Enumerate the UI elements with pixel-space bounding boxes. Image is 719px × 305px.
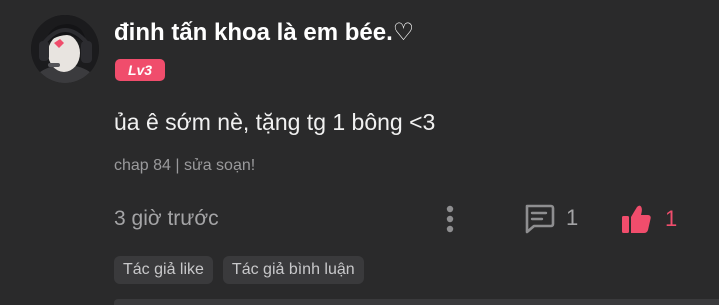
thumbs-up-icon	[622, 205, 651, 233]
more-options-button[interactable]	[436, 202, 464, 236]
comment-icon	[525, 204, 555, 234]
next-item-edge	[114, 299, 719, 305]
tag-author-liked: Tác giả like	[114, 256, 213, 284]
username[interactable]: đinh tấn khoa là em bée.♡	[114, 18, 414, 48]
avatar[interactable]	[31, 15, 99, 83]
comment-text: ủa ê sớm nè, tặng tg 1 bông <3	[114, 109, 436, 135]
timestamp: 3 giờ trước	[114, 207, 219, 230]
reply-button[interactable]: 1	[522, 201, 578, 235]
reply-count: 1	[566, 205, 579, 230]
chapter-reference[interactable]: chap 84 | sửa soạn!	[114, 156, 255, 176]
like-count: 1	[665, 206, 678, 231]
tag-author-replied: Tác giả bình luận	[222, 256, 364, 284]
vertical-dots-icon	[446, 205, 454, 233]
comment-card: đinh tấn khoa là em bée.♡ Lv3 ủa ê sớm n…	[0, 0, 719, 305]
tag-list: Tác giả like Tác giả bình luận	[114, 256, 364, 284]
like-button[interactable]: 1	[619, 201, 677, 237]
level-badge: Lv3	[115, 59, 165, 81]
